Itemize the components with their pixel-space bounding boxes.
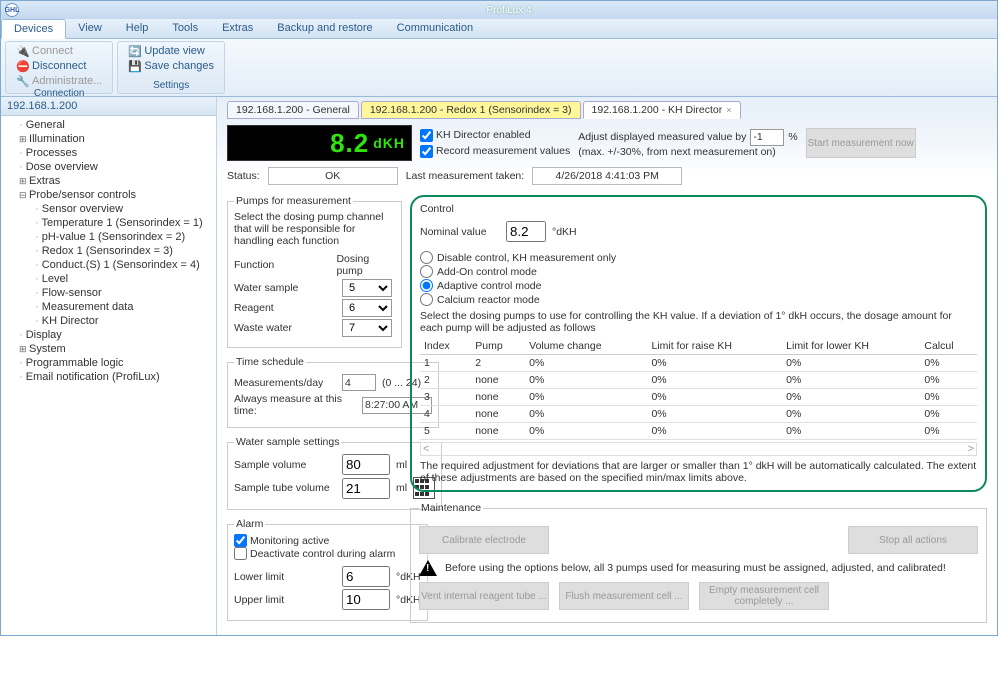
- dosing-pump-select[interactable]: 6: [342, 299, 392, 317]
- pumps-fieldset: Pumps for measurement Select the dosing …: [227, 195, 402, 348]
- tree-item[interactable]: Illumination: [1, 132, 216, 146]
- kh-lcd-display: 8.2dKH: [227, 125, 412, 161]
- menu-devices[interactable]: Devices: [1, 19, 66, 39]
- menu-bar: Devices View Help Tools Extras Backup an…: [1, 19, 997, 39]
- doc-tab[interactable]: 192.168.1.200 - General: [227, 101, 359, 119]
- connect-button[interactable]: 🔌Connect: [12, 44, 106, 58]
- doc-tab[interactable]: 192.168.1.200 - Redox 1 (Sensorindex = 3…: [361, 101, 581, 119]
- refresh-icon: 🔄: [128, 45, 140, 57]
- app-logo-icon: GHL: [5, 3, 19, 17]
- doc-tab[interactable]: 192.168.1.200 - KH Director×: [583, 101, 741, 119]
- lower-limit-input[interactable]: [342, 566, 390, 587]
- record-values-checkbox[interactable]: Record measurement values: [420, 145, 570, 158]
- save-changes-button[interactable]: 💾Save changes: [124, 59, 218, 73]
- alarm-fieldset: Alarm Monitoring active Deactivate contr…: [227, 518, 428, 621]
- adjust-hint: (max. +/-30%, from next measurement on): [578, 146, 797, 158]
- tree-item[interactable]: Measurement data: [1, 300, 216, 314]
- warning-icon: [419, 560, 437, 576]
- menu-tools[interactable]: Tools: [160, 19, 210, 38]
- last-measurement-label: Last measurement taken:: [406, 170, 524, 182]
- app-title: ProfiLux 4: [486, 5, 531, 16]
- tube-volume-input[interactable]: [342, 478, 390, 499]
- adjust-value-spinner[interactable]: -1: [750, 129, 784, 146]
- tree-item[interactable]: Temperature 1 (Sensorindex = 1): [1, 216, 216, 230]
- tree-item[interactable]: Display: [1, 328, 216, 342]
- tree-item[interactable]: Processes: [1, 146, 216, 160]
- maintenance-fieldset: Maintenance Calibrate electrode Stop all…: [410, 502, 987, 623]
- tree-item[interactable]: General: [1, 118, 216, 132]
- menu-communication[interactable]: Communication: [385, 19, 485, 38]
- tree-item[interactable]: Extras: [1, 174, 216, 188]
- sample-volume-input[interactable]: [342, 454, 390, 475]
- vent-tube-button[interactable]: Vent internal reagent tube ...: [419, 582, 549, 610]
- adjust-label: Adjust displayed measured value by: [578, 131, 746, 143]
- wrench-icon: 🔧: [16, 75, 28, 87]
- tree-item[interactable]: Dose overview: [1, 160, 216, 174]
- administrate-button[interactable]: 🔧Administrate...: [12, 74, 106, 88]
- table-row[interactable]: 2none0%0%0%0%: [420, 372, 977, 389]
- plug-icon: 🔌: [16, 45, 28, 57]
- control-panel: Control Nominal value°dKH Disable contro…: [410, 195, 987, 492]
- close-icon[interactable]: ×: [726, 105, 731, 115]
- status-label: Status:: [227, 170, 260, 182]
- menu-help[interactable]: Help: [114, 19, 161, 38]
- kh-enabled-checkbox[interactable]: KH Director enabled: [420, 129, 570, 142]
- ribbon-group-settings: Settings: [124, 80, 218, 91]
- tree-header[interactable]: 192.168.1.200: [1, 97, 216, 116]
- radio-disable[interactable]: Disable control, KH measurement only: [420, 251, 977, 264]
- table-row[interactable]: 4none0%0%0%0%: [420, 406, 977, 423]
- table-row[interactable]: 5none0%0%0%0%: [420, 423, 977, 440]
- deactivate-control-checkbox[interactable]: Deactivate control during alarm: [234, 547, 421, 560]
- tree-item[interactable]: Probe/sensor controls: [1, 188, 216, 202]
- table-row[interactable]: 3none0%0%0%0%: [420, 389, 977, 406]
- measurements-day-spinner[interactable]: 4: [342, 374, 376, 391]
- radio-adaptive[interactable]: Adaptive control mode: [420, 279, 977, 292]
- calibrate-button[interactable]: Calibrate electrode: [419, 526, 549, 554]
- start-measurement-button[interactable]: Start measurement now: [806, 128, 916, 158]
- monitoring-active-checkbox[interactable]: Monitoring active: [234, 534, 421, 547]
- control-table: IndexPumpVolume changeLimit for raise KH…: [420, 338, 977, 440]
- table-scrollbar[interactable]: <>: [420, 442, 977, 456]
- dosing-pump-select[interactable]: 7: [342, 319, 392, 337]
- unplug-icon: ⛔: [16, 60, 28, 72]
- upper-limit-input[interactable]: [342, 589, 390, 610]
- tree-item[interactable]: Redox 1 (Sensorindex = 3): [1, 244, 216, 258]
- title-bar: GHL ProfiLux 4: [1, 1, 997, 19]
- menu-extras[interactable]: Extras: [210, 19, 265, 38]
- tree-item[interactable]: Email notification (ProfiLux): [1, 370, 216, 384]
- table-row[interactable]: 120%0%0%0%: [420, 355, 977, 372]
- dosing-pump-select[interactable]: 5: [342, 279, 392, 297]
- empty-cell-button[interactable]: Empty measurement cell completely ...: [699, 582, 829, 610]
- tree-item[interactable]: KH Director: [1, 314, 216, 328]
- device-tree: GeneralIlluminationProcessesDose overvie…: [1, 116, 216, 386]
- menu-backup[interactable]: Backup and restore: [265, 19, 384, 38]
- radio-addon[interactable]: Add-On control mode: [420, 265, 977, 278]
- document-tabs: 192.168.1.200 - General192.168.1.200 - R…: [227, 101, 987, 119]
- tree-item[interactable]: Flow-sensor: [1, 286, 216, 300]
- menu-view[interactable]: View: [66, 19, 114, 38]
- schedule-fieldset: Time schedule Measurements/day 4 (0 ... …: [227, 356, 439, 428]
- last-measurement-value: 4/26/2018 4:41:03 PM: [532, 167, 682, 185]
- tree-item[interactable]: Level: [1, 272, 216, 286]
- ribbon: 🔌Connect ⛔Disconnect 🔧Administrate... Co…: [1, 39, 997, 97]
- radio-calcium[interactable]: Calcium reactor mode: [420, 293, 977, 306]
- tree-item[interactable]: Programmable logic: [1, 356, 216, 370]
- tree-item[interactable]: Conduct.(S) 1 (Sensorindex = 4): [1, 258, 216, 272]
- update-view-button[interactable]: 🔄Update view: [124, 44, 218, 58]
- tree-item[interactable]: pH-value 1 (Sensorindex = 2): [1, 230, 216, 244]
- tree-item[interactable]: Sensor overview: [1, 202, 216, 216]
- disconnect-button[interactable]: ⛔Disconnect: [12, 59, 106, 73]
- flush-cell-button[interactable]: Flush measurement cell ...: [559, 582, 689, 610]
- stop-actions-button[interactable]: Stop all actions: [848, 526, 978, 554]
- save-icon: 💾: [128, 60, 140, 72]
- tree-item[interactable]: System: [1, 342, 216, 356]
- status-value: OK: [268, 167, 398, 185]
- nominal-value-input[interactable]: [506, 221, 546, 242]
